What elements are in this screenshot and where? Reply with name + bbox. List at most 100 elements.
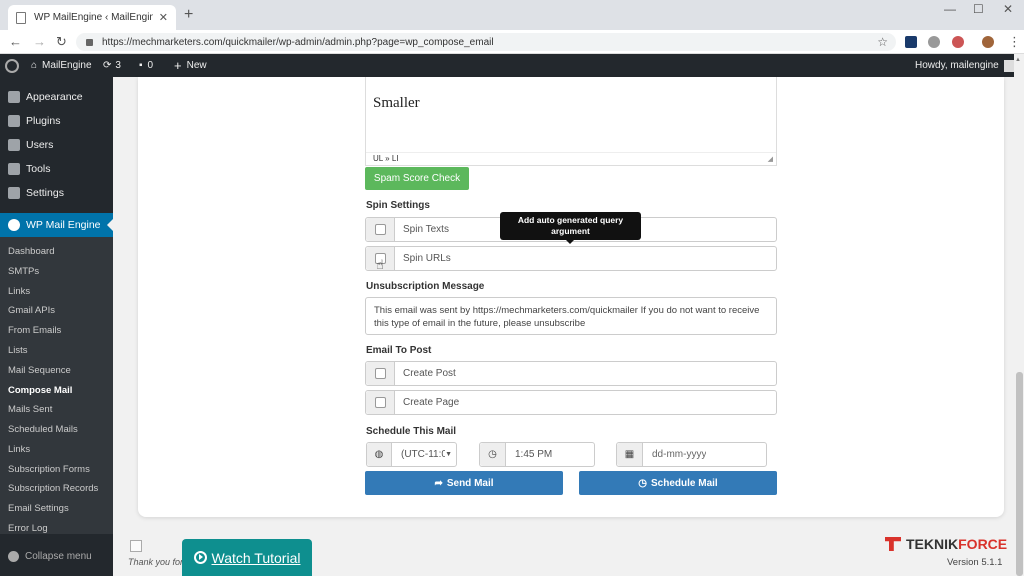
spin-settings-label: Spin Settings [366, 200, 430, 211]
window-close-icon[interactable]: ✕ [1003, 2, 1013, 16]
create-post-checkbox[interactable] [374, 368, 386, 379]
submenu-dashboard[interactable]: Dashboard [8, 246, 54, 257]
active-arrow [107, 219, 113, 231]
lock-icon [86, 38, 93, 46]
collapse-menu[interactable]: Collapse menu [8, 551, 92, 562]
url-input[interactable]: https://mechmarketers.com/quickmailer/wp… [76, 33, 896, 51]
admin-bar-account[interactable]: Howdy, mailengine [915, 54, 1016, 77]
submenu-gmail-apis[interactable]: Gmail APIs [8, 305, 55, 316]
footer-thanks: Thank you for [128, 557, 184, 567]
editor-path: UL » LI [366, 152, 776, 165]
tooltip: Add auto generated query argument [500, 212, 641, 244]
users-icon [8, 139, 20, 151]
create-page-checkbox[interactable] [374, 397, 386, 408]
submenu-email-settings[interactable]: Email Settings [8, 503, 69, 514]
profile-avatar[interactable] [982, 36, 994, 48]
unsubscription-message-field[interactable]: This email was sent by https://mechmarke… [365, 297, 777, 335]
email-to-post-label: Email To Post [366, 345, 432, 356]
create-post-label: Create Post [403, 368, 456, 379]
extension-badge-icon[interactable] [952, 36, 964, 48]
broken-image-icon [130, 540, 142, 552]
hand-cursor-icon: ☝ [376, 257, 384, 272]
wordpress-logo-icon[interactable] [5, 54, 19, 77]
forward-icon[interactable]: → [33, 34, 46, 49]
reload-icon[interactable]: ↻ [56, 34, 67, 50]
maximize-icon[interactable]: ☐ [973, 2, 984, 16]
spin-texts-checkbox[interactable] [374, 224, 386, 235]
wrench-icon [8, 163, 20, 175]
url-text: https://mechmarketers.com/quickmailer/wp… [102, 36, 494, 48]
collapse-icon [8, 551, 19, 562]
send-mail-button[interactable]: ➦ Send Mail [365, 471, 563, 495]
chat-bubble-icon [8, 219, 20, 231]
sidebar-item-users[interactable]: Users [0, 133, 113, 157]
message-editor[interactable]: Smaller UL » LI ◢ [365, 77, 777, 166]
home-icon: ⌂ [31, 60, 38, 71]
address-bar-row: ← → ↻ https://mechmarketers.com/quickmai… [0, 30, 1024, 54]
sidebar-item-plugins[interactable]: Plugins [0, 109, 113, 133]
submenu-smtps[interactable]: SMTPs [8, 266, 39, 277]
sidebar-item-tools[interactable]: Tools [0, 157, 113, 181]
admin-bar-comments[interactable]: ▪ 0 [139, 54, 153, 77]
submenu-subscription-forms[interactable]: Subscription Forms [8, 464, 90, 475]
brush-icon [8, 91, 20, 103]
submenu-links[interactable]: Links [8, 286, 30, 297]
spin-urls-label: Spin URLs [403, 253, 451, 264]
admin-bar-new[interactable]: + New [174, 54, 207, 77]
bookmark-star-icon[interactable]: ☆ [877, 35, 888, 49]
tab-title: WP MailEngine ‹ MailEngine — W [34, 12, 153, 23]
resize-grip-icon[interactable]: ◢ [768, 155, 773, 163]
play-icon [193, 551, 207, 564]
settings-icon [8, 187, 20, 199]
sidebar-item-appearance[interactable]: Appearance [0, 85, 113, 109]
scroll-up-icon[interactable]: ▲ [1015, 57, 1021, 63]
close-icon[interactable]: ✕ [159, 11, 168, 24]
submenu-compose-mail[interactable]: Compose Mail [8, 385, 72, 396]
schedule-mail-button[interactable]: ◷ Schedule Mail [579, 471, 777, 495]
submenu-subscription-records[interactable]: Subscription Records [8, 483, 98, 494]
scrollbar-thumb[interactable] [1016, 372, 1023, 576]
back-icon[interactable]: ← [9, 34, 22, 49]
submenu-error-log[interactable]: Error Log [8, 523, 48, 534]
timezone-select[interactable]: ◍ (UTC-11:0 ▼ [366, 442, 457, 467]
submenu-mails-sent[interactable]: Mails Sent [8, 404, 52, 415]
unsubscription-label: Unsubscription Message [366, 281, 485, 292]
teknikforce-logo: TEKNIK FORCE [885, 536, 1007, 552]
browser-tab[interactable]: WP MailEngine ‹ MailEngine — W ✕ [8, 5, 176, 30]
teknikforce-icon [885, 537, 901, 551]
new-tab-icon[interactable]: + [184, 6, 193, 24]
extension-circle-icon[interactable] [928, 36, 940, 48]
admin-bar-site[interactable]: ⌂ MailEngine [31, 54, 92, 77]
sidebar-item-wp-mail-engine[interactable]: WP Mail Engine [0, 213, 113, 237]
watch-tutorial-button[interactable]: Watch Tutorial [182, 539, 312, 576]
wp-admin-bar: ⌂ MailEngine ⟳ 3 ▪ 0 + New Howdy, mailen… [0, 54, 1024, 77]
schedule-label: Schedule This Mail [366, 426, 457, 437]
admin-sidebar: Appearance Plugins Users Tools Settings … [0, 77, 113, 576]
plug-icon [8, 115, 20, 127]
submenu-lists[interactable]: Lists [8, 345, 28, 356]
submenu-mail-sequence[interactable]: Mail Sequence [8, 365, 71, 376]
clock-icon: ◷ [480, 443, 506, 466]
sidebar-item-settings[interactable]: Settings [0, 181, 113, 205]
chevron-down-icon: ▼ [445, 451, 452, 458]
spin-texts-label: Spin Texts [403, 224, 449, 235]
plus-icon: + [174, 58, 182, 73]
submenu-scheduled-mails[interactable]: Scheduled Mails [8, 424, 78, 435]
page-icon [16, 11, 26, 24]
extension-n-icon[interactable] [905, 36, 917, 48]
sidebar-submenu: Dashboard SMTPs Links Gmail APIs From Em… [0, 237, 113, 534]
spin-urls-row[interactable]: Spin URLs [365, 246, 777, 271]
create-post-row[interactable]: Create Post [365, 361, 777, 386]
browser-tab-bar: WP MailEngine ‹ MailEngine — W ✕ + — ☐ ✕ [0, 0, 1024, 30]
minimize-icon[interactable]: — [944, 2, 956, 16]
create-page-row[interactable]: Create Page [365, 390, 777, 415]
editor-content[interactable]: Smaller [373, 95, 420, 112]
spam-score-check-button[interactable]: Spam Score Check [365, 167, 469, 190]
admin-bar-updates[interactable]: ⟳ 3 [103, 54, 121, 77]
browser-menu-icon[interactable]: ⋮ [1008, 34, 1021, 50]
submenu-links-2[interactable]: Links [8, 444, 30, 455]
clock-icon: ◷ [638, 477, 648, 489]
time-input[interactable]: ◷ 1:45 PM [479, 442, 595, 467]
submenu-from-emails[interactable]: From Emails [8, 325, 61, 336]
date-input[interactable]: ▦ dd-mm-yyyy [616, 442, 767, 467]
